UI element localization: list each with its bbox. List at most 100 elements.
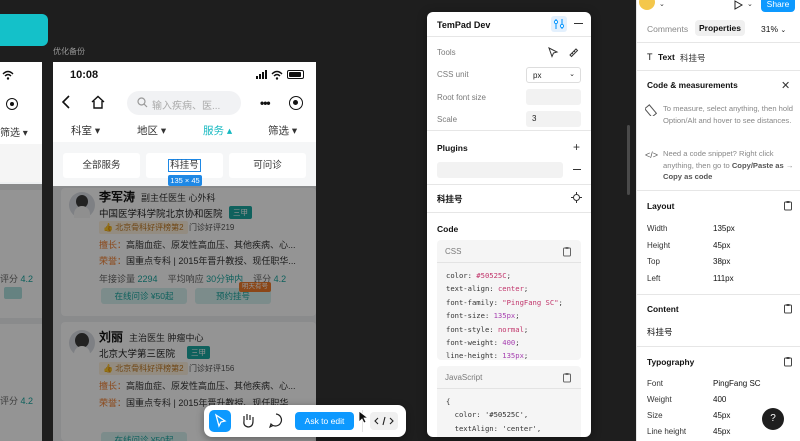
css-code-line: font-family: "PingFang SC"; <box>446 297 563 307</box>
dev-mode-button[interactable] <box>370 412 398 430</box>
property-value[interactable]: 45px <box>713 241 730 250</box>
target-icon[interactable] <box>571 192 582 203</box>
phone-frame[interactable]: 10:08 输入疾病、医... ••• 科室 ▾ 地区 ▾ 服务 ▴ 筛选 ▾ … <box>53 62 316 441</box>
wifi-icon <box>2 70 14 80</box>
filter-more[interactable]: 筛选 ▾ <box>268 123 297 138</box>
selected-text-layer[interactable]: 科挂号 <box>168 159 201 172</box>
property-value[interactable]: PingFang SC <box>713 379 761 388</box>
chevron-down-icon[interactable]: ⌄ <box>659 0 665 8</box>
record-icon[interactable] <box>289 96 303 110</box>
property-label: Width <box>647 224 668 233</box>
css-unit-select[interactable]: px ⌄ <box>526 67 581 83</box>
home-icon[interactable] <box>91 95 105 109</box>
js-label: JavaScript <box>445 373 483 382</box>
more-icon[interactable]: ••• <box>260 96 271 110</box>
js-code-block[interactable]: JavaScript { color: '#50525C', textAlign… <box>437 366 581 437</box>
signal-icon <box>256 70 268 79</box>
wifi-icon <box>271 70 283 80</box>
record-icon[interactable] <box>6 98 18 110</box>
code-measurements-title: Code & measurements <box>647 80 738 90</box>
move-tool-button[interactable] <box>209 410 231 432</box>
copy-icon[interactable] <box>783 200 793 211</box>
tempad-panel: TemPad Dev Tools CSS unit px ⌄ Root font … <box>427 12 591 437</box>
inspect-toggle-icon[interactable] <box>551 16 567 32</box>
js-code-line: color: '#50525C', <box>446 410 529 420</box>
property-label: Left <box>647 273 661 283</box>
copy-icon[interactable] <box>562 372 572 383</box>
tools-label: Tools <box>437 48 456 57</box>
remove-plugin-icon[interactable] <box>573 169 581 171</box>
close-icon[interactable]: ✕ <box>781 79 790 92</box>
ask-to-edit-button[interactable]: Ask to edit <box>295 412 354 430</box>
minimize-icon[interactable] <box>574 23 583 25</box>
root-font-label: Root font size <box>437 93 486 102</box>
property-value[interactable]: 400 <box>713 395 726 404</box>
back-icon[interactable] <box>61 95 71 109</box>
typography-title: Typography <box>647 357 695 367</box>
property-label: Weight <box>647 395 672 404</box>
pointer-tool-icon[interactable] <box>547 46 559 58</box>
content-value: 科挂号 <box>647 327 673 337</box>
root-font-input[interactable] <box>526 89 581 105</box>
bottom-toolbar: Ask to edit <box>204 405 406 437</box>
frame-label[interactable]: 优化备份 <box>53 46 85 57</box>
text-type-icon: T <box>647 52 653 62</box>
css-code-line: font-weight: 400; <box>446 338 520 348</box>
size-badge: 135 × 45 <box>168 175 202 186</box>
tempad-title: TemPad Dev <box>437 20 491 30</box>
plugin-input[interactable] <box>437 162 563 178</box>
measure-tool-icon[interactable] <box>567 46 579 58</box>
teal-banner-shape[interactable] <box>0 14 48 46</box>
css-code-line: color: #50525C; <box>446 271 511 280</box>
tab-all-services[interactable]: 全部服务 <box>63 153 140 178</box>
search-icon <box>137 97 148 108</box>
filter-region[interactable]: 地区 ▾ <box>137 123 166 138</box>
measure-hint: To measure, select anything, then hold O… <box>663 104 794 125</box>
code-label: Code <box>437 224 459 234</box>
js-code: { color: '#50525C', textAlign: 'center', <box>446 395 541 435</box>
tab-properties[interactable]: Properties <box>695 20 745 36</box>
property-label: Top <box>647 257 660 266</box>
property-value[interactable]: 45px <box>713 411 730 420</box>
css-code-line: text-align: center; <box>446 284 529 294</box>
filter-department[interactable]: 科室 ▾ <box>71 123 100 138</box>
hand-tool-icon[interactable] <box>239 411 257 429</box>
help-button[interactable]: ? <box>762 408 784 430</box>
zoom-level[interactable]: 31% ⌄ <box>761 24 786 34</box>
left-phone-frame[interactable]: ·· 筛选 ▾ 评分 4.2 评分 4.2 <box>0 62 42 441</box>
property-value[interactable]: 38px <box>713 257 730 266</box>
layer-name: 科挂号 <box>680 53 706 63</box>
css-code-line: font-size: 135px; <box>446 311 520 321</box>
properties-panel: ⌄ ⌄ Share Comments Properties 31% ⌄ T Te… <box>636 0 800 441</box>
search-input[interactable]: 输入疾病、医... <box>127 91 241 115</box>
css-unit-label: CSS unit <box>437 70 469 79</box>
comment-tool-icon[interactable] <box>267 411 285 429</box>
play-icon[interactable] <box>733 0 743 10</box>
avatar[interactable] <box>639 0 655 10</box>
tab-comments[interactable]: Comments <box>647 24 688 34</box>
left-filter-label[interactable]: 筛选 ▾ <box>0 124 28 139</box>
canvas-scrollbar[interactable] <box>627 125 630 195</box>
tab-consult[interactable]: 可问诊 <box>229 153 306 178</box>
property-value[interactable]: 45px <box>713 427 730 436</box>
battery-icon <box>287 70 304 79</box>
copy-icon[interactable] <box>783 303 793 314</box>
copy-icon[interactable] <box>783 356 793 367</box>
share-button[interactable]: Share <box>761 0 795 12</box>
property-value[interactable]: 111px <box>713 274 734 283</box>
property-value[interactable]: 135px <box>713 224 735 233</box>
add-plugin-icon[interactable]: + <box>573 140 580 154</box>
chevron-down-icon[interactable]: ⌄ <box>747 0 753 8</box>
search-placeholder: 输入疾病、医... <box>152 101 221 112</box>
copy-icon[interactable] <box>562 246 572 257</box>
left-dim-overlay <box>0 184 42 441</box>
property-label: Font <box>647 379 664 388</box>
layout-title: Layout <box>647 201 675 211</box>
property-label: Height <box>647 240 671 250</box>
content-title: Content <box>647 304 679 314</box>
left-tabs-bg <box>0 144 42 184</box>
css-code-block[interactable]: CSS color: #50525C; text-align: center; fo… <box>437 240 581 360</box>
scale-input[interactable]: 3 <box>526 111 581 127</box>
filter-service[interactable]: 服务 ▴ <box>203 123 232 138</box>
scale-label: Scale <box>437 115 458 124</box>
